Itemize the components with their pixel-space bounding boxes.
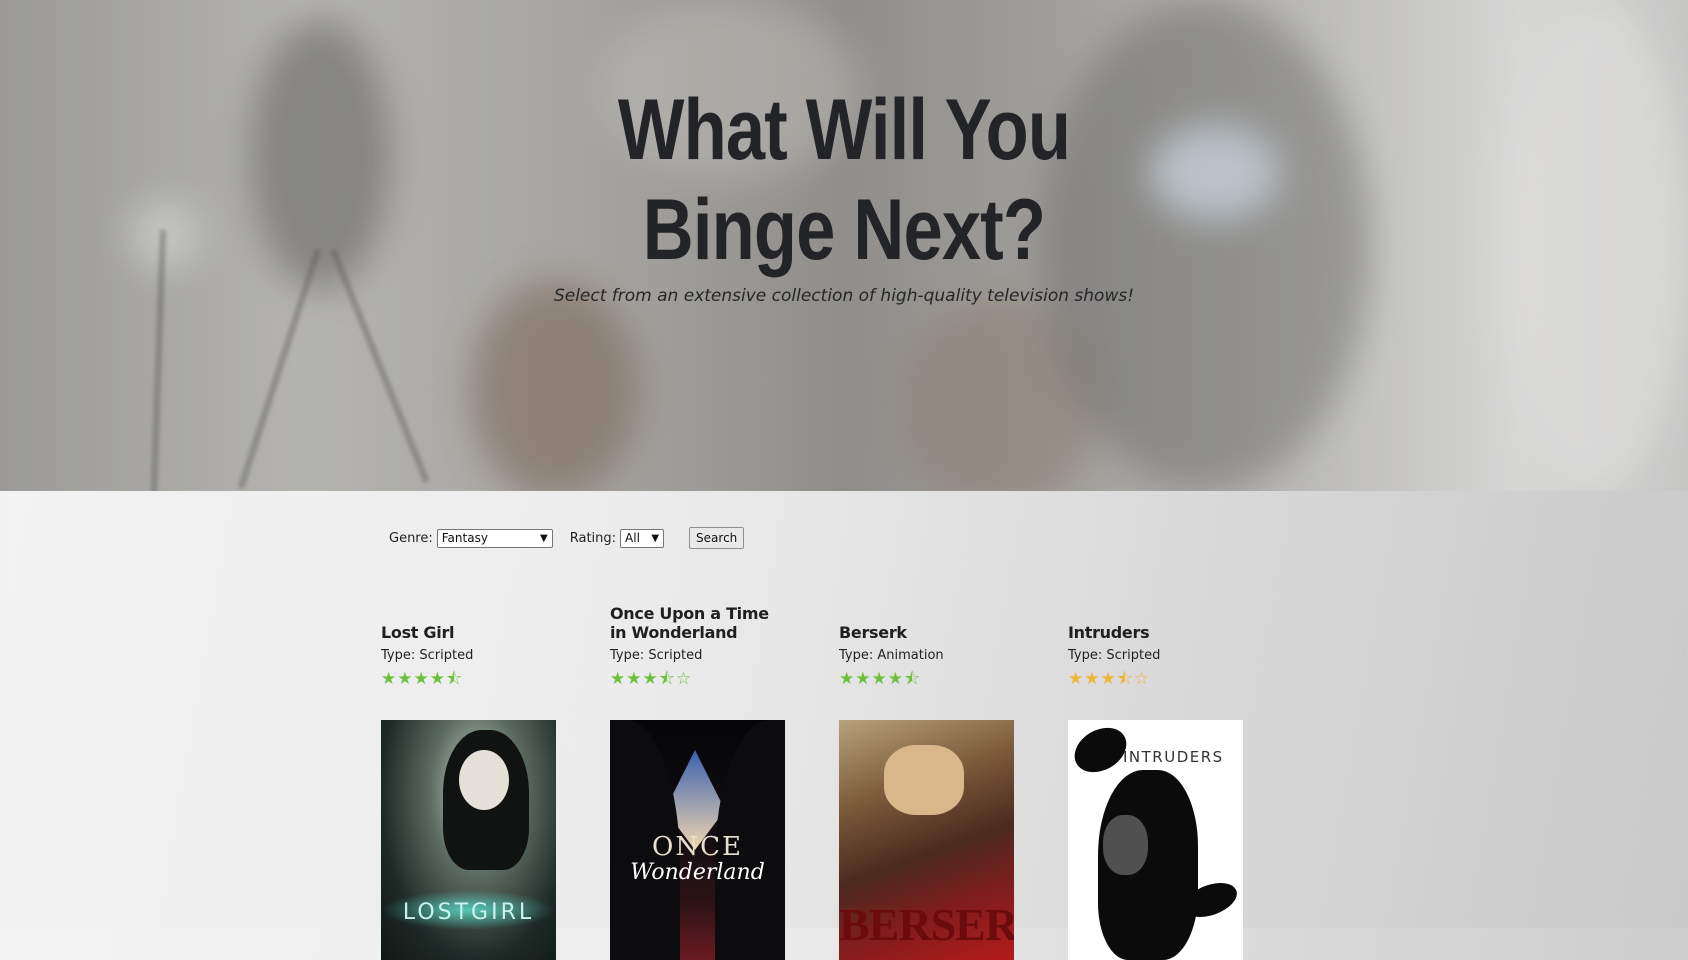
hero-subtitle: Select from an extensive collection of h…: [553, 286, 1135, 306]
show-title[interactable]: Lost Girl: [381, 604, 556, 642]
show-poster[interactable]: LOSTGIRL: [381, 720, 556, 960]
dropdown-arrow-icon: ▼: [651, 532, 660, 544]
poster-title-text: Wonderland: [630, 860, 765, 885]
show-type: Type: Scripted: [1068, 648, 1161, 663]
show-type: Type: Animation: [839, 648, 944, 663]
show-title[interactable]: Once Upon a Time in Wonderland: [610, 604, 785, 642]
poster-art: [1103, 815, 1148, 875]
rating-label: Rating:: [569, 530, 617, 546]
search-button[interactable]: Search: [689, 527, 745, 549]
rating-select[interactable]: All ▼: [620, 528, 665, 548]
poster-title-text: BERSERK: [839, 899, 1014, 950]
hero-title-line: Binge Next?: [642, 182, 1046, 278]
poster-title-text: ONCE: [652, 832, 743, 862]
show-poster[interactable]: ONCE Wonderland: [610, 720, 785, 960]
show-type: Type: Scripted: [610, 648, 703, 663]
genre-label: Genre:: [389, 530, 433, 546]
poster-title-text: INTRUDERS: [1123, 748, 1224, 766]
show-card[interactable]: Once Upon a Time in Wonderland Type: Scr…: [610, 604, 785, 960]
hero-title-line: What Will You: [617, 82, 1071, 178]
show-poster[interactable]: INTRUDERS: [1068, 720, 1243, 960]
rating-select-value: All: [625, 530, 640, 545]
show-type: Type: Scripted: [381, 648, 474, 663]
star-rating: ★★★⯪☆: [1068, 669, 1151, 688]
filter-bar: Genre: Fantasy ▼ Rating: All ▼ Search: [389, 527, 745, 549]
show-title[interactable]: Berserk: [839, 604, 1014, 642]
genre-select-value: Fantasy: [441, 530, 488, 545]
show-card[interactable]: Intruders Type: Scripted ★★★⯪☆ INTRUDERS: [1068, 604, 1243, 960]
star-rating: ★★★⯪☆: [610, 669, 693, 688]
poster-art: [459, 750, 509, 810]
star-rating: ★★★★⯪: [839, 669, 922, 688]
genre-select[interactable]: Fantasy ▼: [436, 528, 553, 548]
hero-title: What Will You Binge Next?: [152, 80, 1536, 280]
show-poster[interactable]: BERSERK: [839, 720, 1014, 960]
poster-art: [884, 745, 964, 815]
dropdown-arrow-icon: ▼: [540, 532, 548, 544]
show-title[interactable]: Intruders: [1068, 604, 1243, 642]
poster-title-text: LOSTGIRL: [402, 900, 535, 925]
hero-banner: What Will You Binge Next? Select from an…: [0, 0, 1688, 491]
show-card[interactable]: Berserk Type: Animation ★★★★⯪ BERSERK: [839, 604, 1014, 960]
show-card[interactable]: Lost Girl Type: Scripted ★★★★⯪ LOSTGIRL: [381, 604, 556, 960]
star-rating: ★★★★⯪: [381, 669, 464, 688]
